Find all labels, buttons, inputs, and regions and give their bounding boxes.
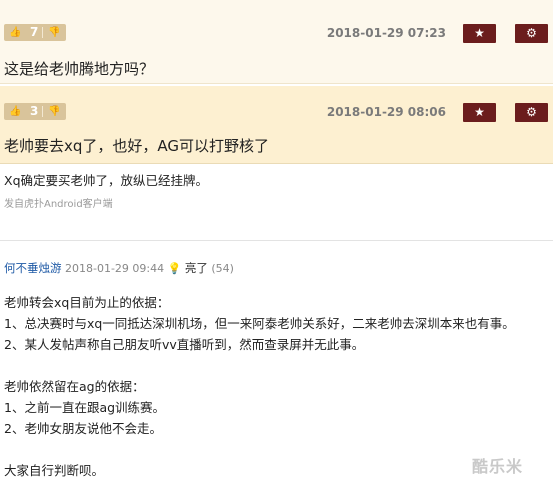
gear-icon: ⚙ bbox=[526, 105, 537, 119]
post-line: 1、之前一直在跟ag训练赛。 bbox=[4, 400, 166, 415]
thumbs-down-icon[interactable]: 👎 bbox=[48, 103, 60, 120]
comment-timestamp: 2018-01-29 07:23 bbox=[326, 26, 446, 40]
post-source: 发自虎扑Android客户端 bbox=[4, 199, 113, 210]
post-header: 何不垂烛游 2018-01-29 09:44 💡 亮了 (54) bbox=[4, 260, 234, 276]
post-line: 大家自行判断呗。 bbox=[4, 463, 105, 478]
settings-button[interactable]: ⚙ bbox=[515, 103, 548, 122]
star-icon: ★ bbox=[474, 26, 485, 40]
post-line: 2、某人发帖声称自己朋友听vv直播听到，然而查录屏并无此事。 bbox=[4, 337, 365, 352]
light-label[interactable]: 亮了 bbox=[185, 261, 208, 275]
thumbs-down-icon[interactable]: 👎 bbox=[48, 24, 60, 41]
gear-icon: ⚙ bbox=[526, 26, 537, 40]
thumbs-up-icon[interactable]: 👍 bbox=[9, 103, 21, 120]
comment-card: 👍 7 👎 2018-01-29 07:23 ★ ⚙ 这是给老帅腾地方吗？ bbox=[0, 0, 553, 84]
settings-button[interactable]: ⚙ bbox=[515, 24, 548, 43]
vote-divider bbox=[42, 106, 43, 117]
star-button[interactable]: ★ bbox=[463, 24, 496, 43]
comment-timestamp: 2018-01-29 08:06 bbox=[326, 105, 446, 119]
thumbs-up-icon[interactable]: 👍 bbox=[9, 24, 21, 41]
username-link[interactable]: 何不垂烛游 bbox=[4, 261, 62, 275]
watermark: 酷乐米 bbox=[472, 457, 524, 476]
post-line: 老帅依然留在ag的依据： bbox=[4, 379, 145, 394]
vote-divider bbox=[42, 27, 43, 38]
vote-count: 3 bbox=[30, 104, 39, 118]
vote-control: 👍 3 👎 bbox=[4, 103, 66, 120]
light-count: (54) bbox=[211, 262, 234, 275]
post-date: 2018-01-29 09:44 bbox=[65, 262, 165, 275]
comment-text: 这是给老帅腾地方吗？ bbox=[4, 60, 155, 78]
post-body: Xq确定要买老帅了，放纵已经挂牌。 bbox=[4, 173, 208, 188]
star-icon: ★ bbox=[474, 105, 485, 119]
post-line: 老帅转会xq目前为止的依据： bbox=[4, 295, 170, 310]
star-button[interactable]: ★ bbox=[463, 103, 496, 122]
divider bbox=[0, 240, 553, 241]
lightbulb-icon[interactable]: 💡 bbox=[168, 262, 182, 275]
vote-control: 👍 7 👎 bbox=[4, 24, 66, 41]
post-line: 2、老帅女朋友说他不会走。 bbox=[4, 421, 162, 436]
vote-count: 7 bbox=[30, 25, 39, 39]
post-line: 1、总决赛时与xq一同抵达深圳机场，但一来阿泰老帅关系好，二来老帅去深圳本来也有… bbox=[4, 316, 515, 331]
comment-text: 老帅要去xq了，也好，AG可以打野核了 bbox=[4, 137, 270, 155]
comment-card: 👍 3 👎 2018-01-29 08:06 ★ ⚙ 老帅要去xq了，也好，AG… bbox=[0, 86, 553, 164]
